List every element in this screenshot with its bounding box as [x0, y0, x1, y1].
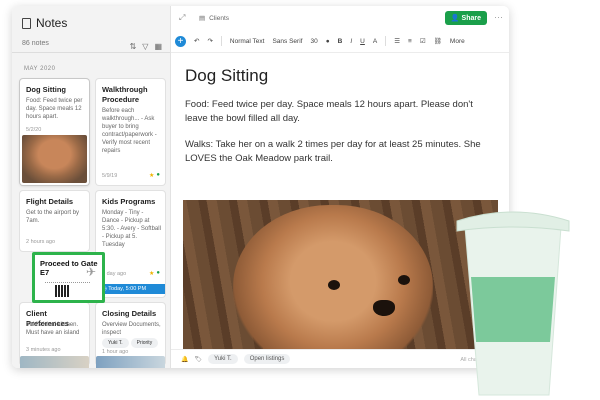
- pass-divider: [45, 282, 90, 283]
- user-icon: 👤: [450, 15, 460, 22]
- note-content[interactable]: Dog Sitting Food: Feed twice per day. Sp…: [185, 66, 495, 166]
- note-paragraph-walks[interactable]: Walks: Take her on a walk 2 times per da…: [185, 138, 495, 166]
- airplane-icon: ✈: [85, 265, 96, 279]
- tag[interactable]: Yuki T.: [102, 338, 129, 348]
- note-card-icons: ★ ●: [149, 172, 160, 179]
- note-card-walkthrough[interactable]: Walkthrough Procedure Before each walkth…: [96, 79, 165, 185]
- note-card-date: 5/2/20: [26, 127, 42, 133]
- reminder-label: Today, 5:00 PM: [108, 286, 147, 292]
- note-card-snippet: Food: Feed twice per day. Space meals 12…: [26, 98, 83, 120]
- coffee-cup-illustration: [456, 211, 570, 396]
- dog-nose: [373, 300, 395, 316]
- note-title[interactable]: Dog Sitting: [185, 66, 495, 86]
- note-thumbnail: [20, 356, 89, 368]
- more-icon[interactable]: ···: [494, 12, 503, 22]
- more-toolbar-button[interactable]: More: [450, 38, 465, 45]
- insert-plus-icon[interactable]: +: [175, 35, 186, 47]
- note-card-kids-programs[interactable]: Kids Programs Monday - Tiny - Dance - Pi…: [96, 191, 165, 297]
- note-card-date: 1 day ago: [102, 271, 127, 277]
- star-icon: ★: [148, 173, 155, 179]
- undo-icon[interactable]: ↶: [194, 37, 199, 45]
- tag[interactable]: Priority: [130, 338, 159, 348]
- reminder-icon[interactable]: 🔔: [181, 356, 188, 363]
- highlight-icon[interactable]: A: [373, 38, 377, 45]
- tag-list: Yuki T. Priority: [102, 338, 159, 348]
- link-icon[interactable]: ⛓: [434, 37, 442, 45]
- note-card-title: Closing Details: [102, 309, 157, 318]
- dog-photo[interactable]: [183, 200, 498, 355]
- boarding-pass-note[interactable]: Proceed to Gate E7 ✈: [32, 252, 105, 303]
- filter-icon[interactable]: ▽: [142, 42, 148, 51]
- view-options-icon[interactable]: ▦: [154, 42, 162, 51]
- barcode-icon: [55, 285, 69, 297]
- notes-sidebar: Notes 86 notes ⇅ ▽ ▦ MAY 2020 Dog Sittin…: [12, 6, 171, 368]
- note-card-snippet: Get to the airport by 7am.: [26, 210, 80, 224]
- note-card-date: 5/9/19: [102, 173, 118, 179]
- font-select[interactable]: Sans Serif: [272, 38, 302, 45]
- sort-icon[interactable]: ⇅: [130, 42, 137, 51]
- dog-eye: [398, 275, 410, 285]
- note-thumbnail: [96, 356, 165, 368]
- month-header: MAY 2020: [24, 66, 56, 72]
- note-card-date: 1 hour ago: [102, 349, 129, 355]
- dog-face: [233, 205, 433, 355]
- checklist-icon[interactable]: ☑: [420, 37, 426, 45]
- tag-user[interactable]: Yuki T.: [208, 354, 238, 364]
- shared-icon: ●: [156, 270, 160, 276]
- toolbar-separator: [220, 36, 222, 46]
- note-card-icons: ★ ●: [149, 270, 160, 277]
- note-card-snippet: Monday - Tiny - Dance - Pickup at 5:30. …: [102, 210, 161, 248]
- breadcrumb[interactable]: ▤ Clients: [199, 14, 230, 23]
- note-card-title: Flight Details: [26, 197, 74, 206]
- tag-open-listings[interactable]: Open listings: [243, 354, 291, 364]
- dog-eye: [328, 280, 340, 290]
- sidebar-title: Notes: [22, 16, 162, 30]
- bullet-list-icon[interactable]: ☰: [394, 37, 400, 45]
- numbered-list-icon[interactable]: ≡: [408, 38, 412, 45]
- italic-icon[interactable]: I: [350, 38, 352, 45]
- sidebar-title-label: Notes: [36, 16, 68, 30]
- underline-icon[interactable]: U: [360, 38, 365, 45]
- share-button[interactable]: 👤 Share: [444, 11, 487, 25]
- star-icon: ★: [148, 271, 155, 277]
- sidebar-divider: [12, 52, 170, 53]
- note-card-title: Dog Sitting: [26, 85, 66, 94]
- notes-icon: [22, 17, 31, 29]
- share-label: Share: [461, 15, 481, 22]
- notebook-icon: ▤: [199, 15, 206, 22]
- note-card-snippet: Overview Documents, inspect: [102, 322, 161, 336]
- note-card-snippet: Before each walkthrough... - Ask buyer t…: [102, 108, 157, 154]
- note-card-title: Kids Programs: [102, 197, 156, 206]
- sidebar-header: Notes 86 notes ⇅ ▽ ▦: [22, 16, 162, 51]
- tag-icon[interactable]: 🏷: [194, 356, 202, 363]
- note-card-date: 2 hours ago: [26, 239, 56, 245]
- format-toolbar: + ↶ ↷ Normal Text Sans Serif 30 ● B I U …: [171, 30, 509, 53]
- editor-topbar: ⤢ ▤ Clients 👤 Share ···: [171, 6, 509, 30]
- note-paragraph-food[interactable]: Food: Feed twice per day. Space meals 12…: [185, 98, 495, 126]
- text-style-select[interactable]: Normal Text: [230, 38, 265, 45]
- sidebar-tools: ⇅ ▽ ▦: [130, 42, 162, 51]
- font-size-select[interactable]: 30: [310, 38, 317, 45]
- breadcrumb-notebook: Clients: [209, 14, 230, 22]
- reminder-badge[interactable]: ◷ Today, 5:00 PM: [96, 284, 165, 294]
- expand-icon[interactable]: ⤢: [179, 13, 185, 23]
- bold-icon[interactable]: B: [338, 38, 343, 45]
- color-icon[interactable]: ●: [326, 38, 330, 45]
- note-card-title: Walkthrough Procedure: [102, 85, 148, 104]
- note-card-dog-sitting[interactable]: Dog Sitting Food: Feed twice per day. Sp…: [20, 79, 89, 185]
- shared-icon: ●: [156, 172, 160, 178]
- toolbar-separator: [385, 36, 387, 46]
- app-window: Notes 86 notes ⇅ ▽ ▦ MAY 2020 Dog Sittin…: [12, 6, 509, 368]
- note-card-date: 3 minutes ago: [26, 347, 61, 353]
- note-card-snippet: Yuki's ideal kitchen. Must have an islan…: [26, 322, 80, 336]
- note-card-flight-details[interactable]: Flight Details Get to the airport by 7am…: [20, 191, 89, 251]
- dog-thumbnail: [22, 135, 87, 183]
- redo-icon[interactable]: ↷: [207, 37, 212, 45]
